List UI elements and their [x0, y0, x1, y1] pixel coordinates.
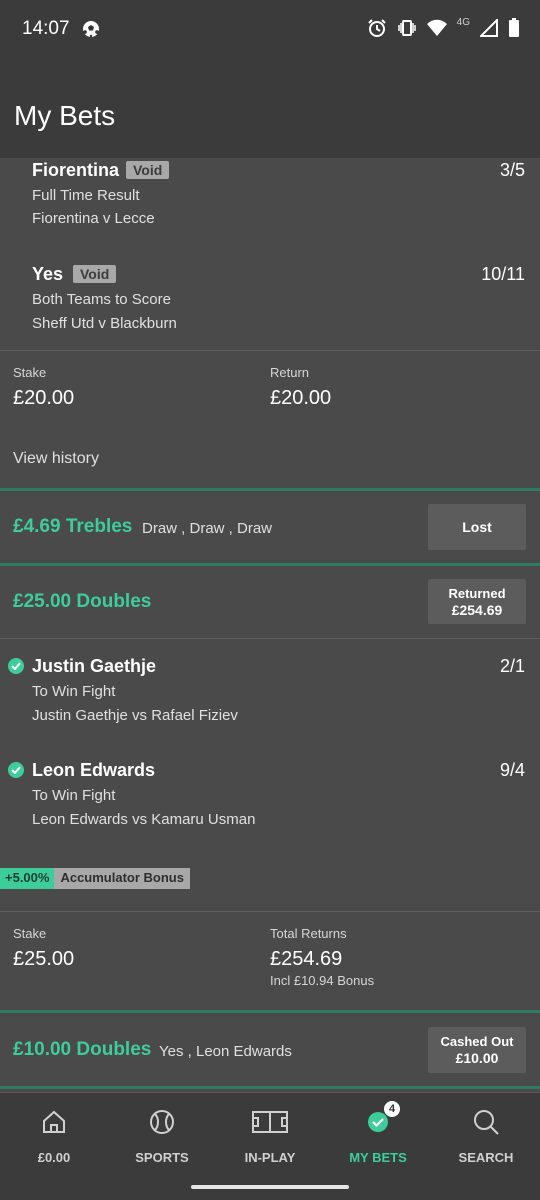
selection-name: Yes	[32, 264, 64, 284]
nav-label: MY BETS	[349, 1150, 407, 1165]
selection-market: Full Time Result	[32, 187, 140, 204]
nav-label: SPORTS	[135, 1150, 189, 1165]
void-badge: Void	[73, 265, 117, 283]
status-text: Lost	[462, 518, 492, 535]
stake-value: £20.00	[13, 387, 75, 409]
nav-in-play[interactable]: IN-PLAY	[216, 1107, 324, 1165]
stake-label: Stake	[13, 365, 47, 380]
nav-search[interactable]: SEARCH	[432, 1107, 540, 1165]
stake-value: £25.00	[13, 948, 75, 970]
bonus-note: Incl £10.94 Bonus	[270, 973, 375, 988]
pitch-icon	[216, 1107, 324, 1137]
bonus-percent: +5.00%	[0, 868, 55, 889]
alarm-icon	[367, 19, 386, 37]
nav-label: IN-PLAY	[244, 1150, 296, 1165]
status-text: Returned	[448, 585, 506, 601]
view-history-link[interactable]: View history	[13, 450, 99, 468]
stake-label: Stake	[13, 926, 47, 941]
total-returns-label: Total Returns	[270, 926, 347, 941]
selection-event: Fiorentina v Lecce	[32, 210, 155, 227]
selection-odds: 2/1	[499, 656, 525, 676]
nav-label: £0.00	[37, 1150, 71, 1165]
bet-title: £10.00 Doubles	[13, 1039, 152, 1060]
bet-title: £4.69 Trebles	[13, 516, 133, 537]
status-bar: 14:07 4G	[0, 0, 540, 60]
signal-icon	[480, 19, 498, 37]
wifi-icon	[426, 19, 447, 36]
selection-name: Fiorentina	[32, 160, 120, 180]
page-title: My Bets	[14, 100, 116, 131]
bottom-nav: £0.00 SPORTS IN-PLAY 4 MY BETS SEARCH	[0, 1092, 540, 1200]
bet-legs: Draw , Draw , Draw	[142, 520, 273, 537]
check-circle-icon	[8, 762, 24, 778]
bet-separator	[0, 1010, 540, 1013]
bet-separator	[0, 488, 540, 491]
battery-icon	[509, 18, 519, 37]
divider	[0, 638, 540, 639]
bet-separator	[0, 1086, 540, 1089]
returned-status-button[interactable]: Returned £254.69	[428, 579, 526, 624]
selection-market: Both Teams to Score	[32, 291, 171, 308]
bet-separator	[0, 563, 540, 566]
check-circle-icon: 4	[324, 1101, 432, 1137]
network-type: 4G	[456, 16, 470, 28]
bets-list[interactable]: Fiorentina Void 3/5 Full Time Result Fio…	[0, 158, 540, 1092]
selection-event: Sheff Utd v Blackburn	[32, 315, 177, 332]
return-value: £20.00	[270, 387, 332, 409]
selection-event: Justin Gaethje vs Rafael Fiziev	[32, 707, 238, 724]
selection-event: Leon Edwards vs Kamaru Usman	[32, 811, 256, 828]
check-circle-icon	[8, 658, 24, 674]
nav-my-bets[interactable]: 4 MY BETS	[324, 1101, 432, 1165]
divider	[0, 911, 540, 912]
status-amount: £10.00	[455, 1050, 499, 1066]
selection-market: To Win Fight	[32, 683, 116, 700]
status-time: 14:07	[22, 18, 70, 39]
selection-market: To Win Fight	[32, 787, 116, 804]
nav-label: SEARCH	[458, 1150, 514, 1165]
return-label: Return	[270, 365, 310, 380]
selection-odds: 3/5	[499, 160, 525, 180]
cashed-out-status-button[interactable]: Cashed Out £10.00	[428, 1027, 526, 1073]
soccer-ball-icon	[83, 21, 99, 38]
status-amount: £254.69	[451, 601, 503, 618]
accumulator-bonus-badge: +5.00% Accumulator Bonus	[0, 868, 190, 889]
selection-name: Leon Edwards	[32, 760, 156, 780]
lost-status-button[interactable]: Lost	[428, 504, 526, 550]
search-icon	[432, 1107, 540, 1137]
divider	[0, 350, 540, 351]
home-icon	[0, 1107, 108, 1137]
selection-name: Justin Gaethje	[32, 656, 157, 676]
vibrate-icon	[397, 20, 416, 36]
void-badge: Void	[126, 161, 170, 179]
total-returns-value: £254.69	[270, 948, 343, 970]
selection-odds: 9/4	[499, 760, 525, 780]
bonus-label: Accumulator Bonus	[54, 868, 190, 889]
status-text: Cashed Out	[440, 1034, 514, 1049]
page-header: My Bets	[0, 60, 540, 158]
bet-legs: Yes , Leon Edwards	[159, 1043, 292, 1060]
sports-ball-icon	[108, 1107, 216, 1137]
nav-balance[interactable]: £0.00	[0, 1107, 108, 1165]
bets-count-badge: 4	[384, 1101, 400, 1117]
home-indicator[interactable]	[191, 1185, 349, 1189]
nav-sports[interactable]: SPORTS	[108, 1107, 216, 1165]
bet-title: £25.00 Doubles	[13, 591, 152, 612]
selection-odds: 10/11	[481, 264, 525, 284]
